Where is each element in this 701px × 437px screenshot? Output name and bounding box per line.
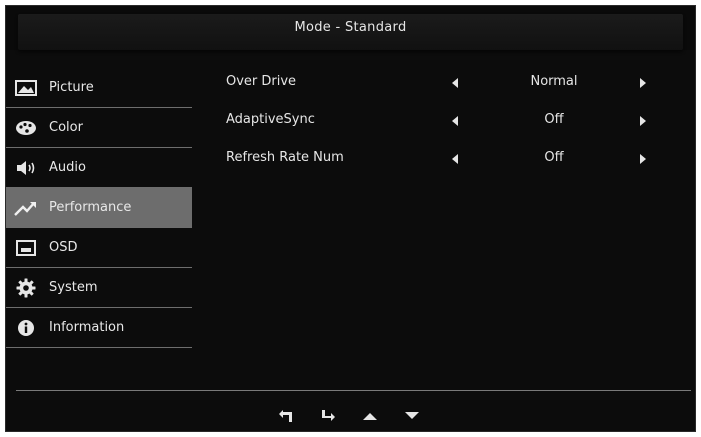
increase-arrow-icon[interactable] bbox=[640, 116, 646, 126]
speaker-icon bbox=[13, 158, 39, 178]
decrease-arrow-icon[interactable] bbox=[452, 116, 458, 126]
header: Mode - Standard bbox=[6, 6, 695, 50]
sidebar-item-label: Information bbox=[49, 320, 125, 335]
setting-row-adaptivesync: AdaptiveSync Off bbox=[226, 106, 666, 144]
info-icon bbox=[13, 318, 39, 338]
sidebar-item-audio[interactable]: Audio bbox=[6, 148, 192, 188]
sidebar-item-osd[interactable]: OSD bbox=[6, 228, 192, 268]
osd-window: Mode - Standard Picture Color Audio Perf… bbox=[5, 5, 696, 432]
setting-label: Over Drive bbox=[226, 74, 297, 89]
sidebar-item-label: Performance bbox=[49, 200, 132, 215]
picture-icon bbox=[13, 78, 39, 98]
sidebar: Picture Color Audio Performance OSD Syst… bbox=[6, 68, 192, 348]
sidebar-item-label: Color bbox=[49, 120, 83, 135]
setting-value: Off bbox=[544, 112, 564, 127]
sidebar-item-information[interactable]: Information bbox=[6, 308, 192, 348]
sidebar-item-label: Picture bbox=[49, 80, 94, 95]
sidebar-item-label: OSD bbox=[49, 240, 78, 255]
bottom-divider bbox=[16, 390, 691, 391]
up-arrow-icon[interactable] bbox=[360, 408, 380, 424]
setting-label: Refresh Rate Num bbox=[226, 150, 344, 165]
sidebar-item-performance[interactable]: Performance bbox=[6, 188, 192, 228]
decrease-arrow-icon[interactable] bbox=[452, 78, 458, 88]
sidebar-item-label: Audio bbox=[49, 160, 86, 175]
sidebar-item-color[interactable]: Color bbox=[6, 108, 192, 148]
sidebar-item-system[interactable]: System bbox=[6, 268, 192, 308]
gear-icon bbox=[13, 278, 39, 298]
setting-row-over-drive: Over Drive Normal bbox=[226, 68, 666, 106]
performance-icon bbox=[13, 198, 39, 218]
settings-panel: Over Drive Normal AdaptiveSync Off Refre… bbox=[226, 68, 666, 182]
sidebar-item-picture[interactable]: Picture bbox=[6, 68, 192, 108]
palette-icon bbox=[13, 118, 39, 138]
osd-icon bbox=[13, 238, 39, 258]
down-arrow-icon[interactable] bbox=[402, 408, 422, 424]
navigation-bar bbox=[276, 406, 422, 426]
decrease-arrow-icon[interactable] bbox=[452, 154, 458, 164]
mode-title: Mode - Standard bbox=[294, 20, 407, 35]
setting-row-refresh-rate-num: Refresh Rate Num Off bbox=[226, 144, 666, 182]
sidebar-item-label: System bbox=[49, 280, 98, 295]
setting-label: AdaptiveSync bbox=[226, 112, 315, 127]
increase-arrow-icon[interactable] bbox=[640, 78, 646, 88]
setting-value: Off bbox=[544, 150, 564, 165]
increase-arrow-icon[interactable] bbox=[640, 154, 646, 164]
setting-value: Normal bbox=[530, 74, 578, 89]
back-icon[interactable] bbox=[276, 408, 296, 424]
enter-icon[interactable] bbox=[318, 408, 338, 424]
